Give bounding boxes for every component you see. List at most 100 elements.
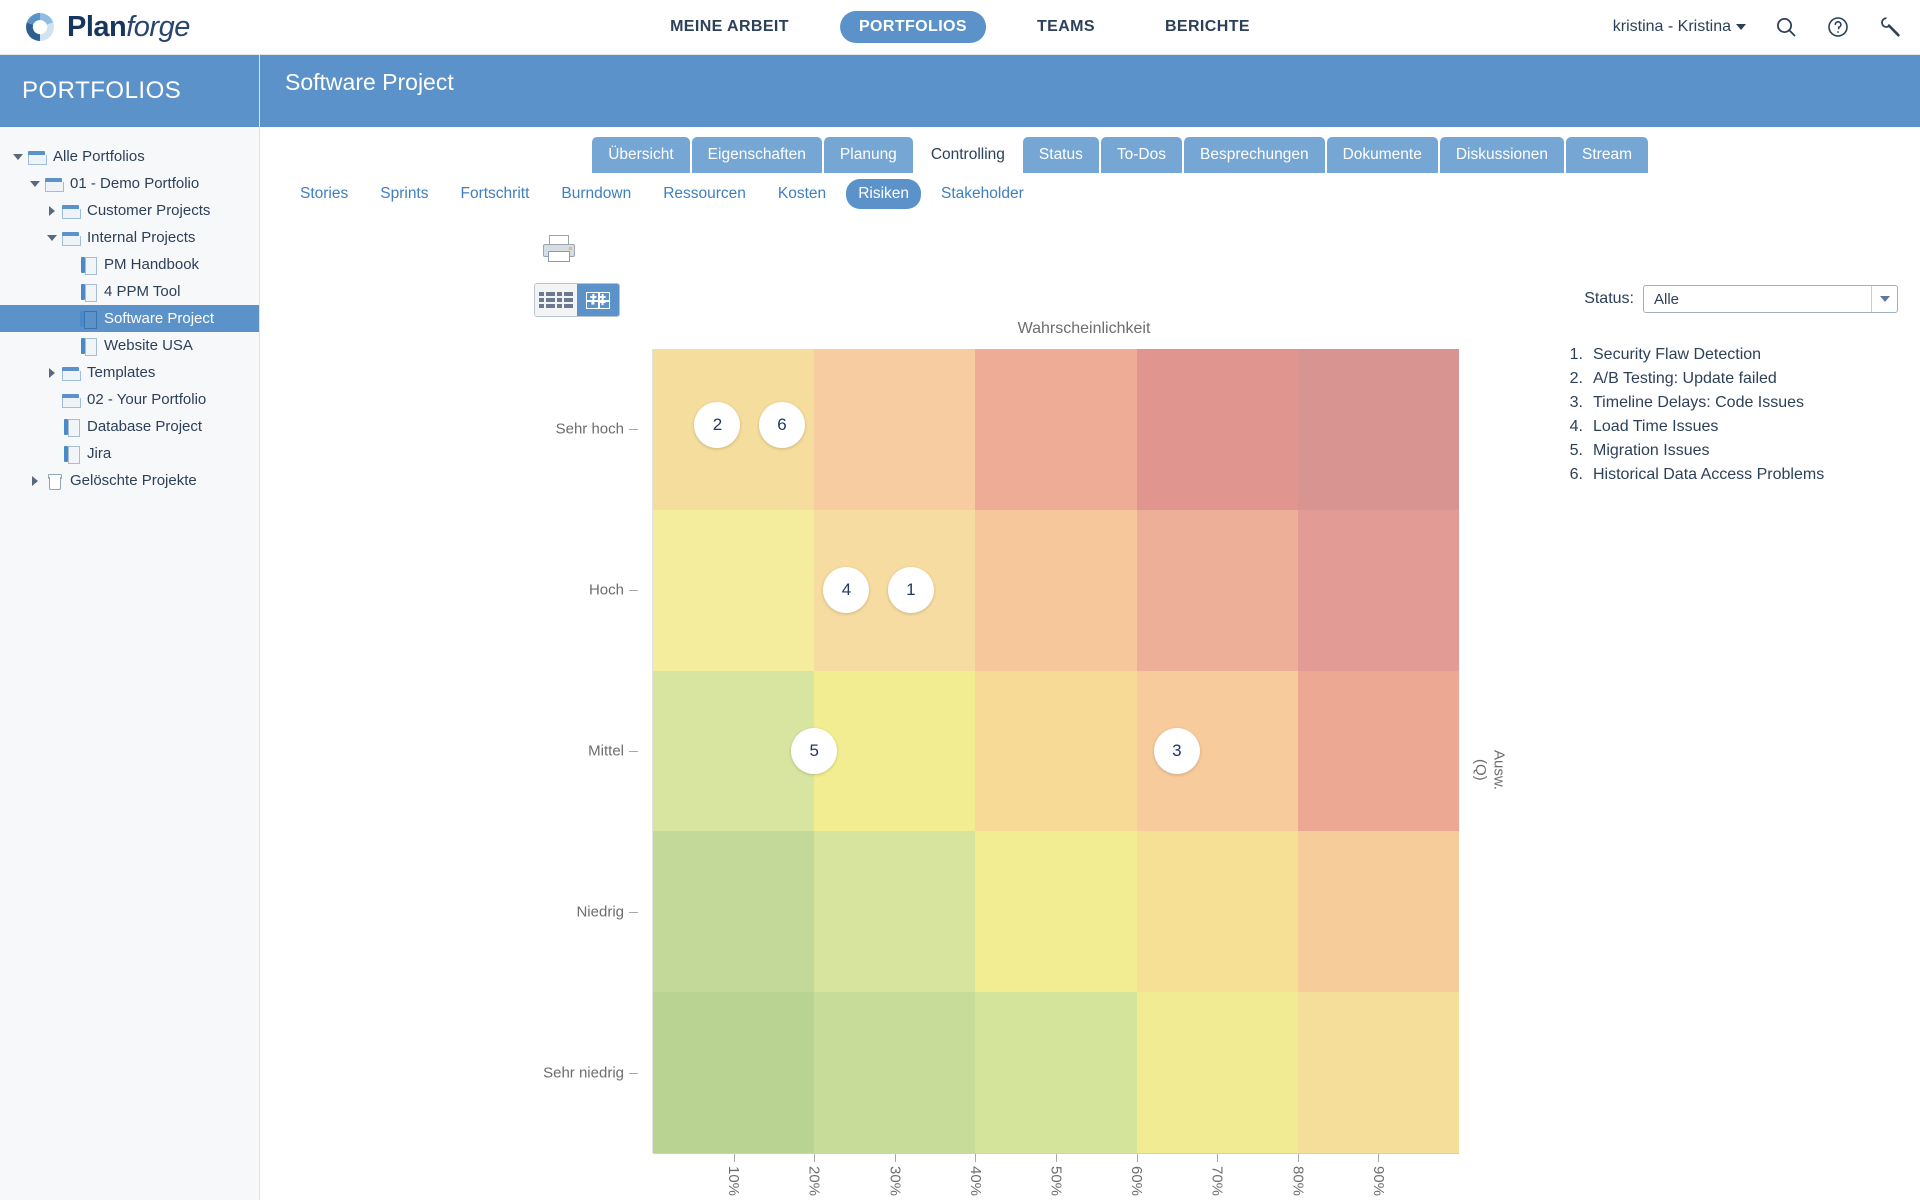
subtab-risiken[interactable]: Risiken bbox=[846, 179, 921, 209]
y-axis-tick-label: Hoch bbox=[589, 582, 624, 599]
y-axis-tick-label: Mittel bbox=[588, 743, 624, 760]
logo-text: Planforge bbox=[67, 11, 190, 44]
x-axis-tick-label: 50% bbox=[1048, 1166, 1065, 1196]
risk-bubble[interactable]: 5 bbox=[791, 728, 837, 774]
chevron-down-icon[interactable] bbox=[27, 181, 43, 187]
x-axis-tick bbox=[814, 1154, 815, 1162]
risk-number: 4. bbox=[1557, 415, 1583, 439]
status-select[interactable]: Alle bbox=[1643, 285, 1898, 313]
top-right-actions: kristina - Kristina bbox=[1613, 15, 1902, 39]
sidebar-item-templates[interactable]: Templates bbox=[0, 359, 259, 386]
sidebar: PORTFOLIOS Alle Portfolios01 - Demo Port… bbox=[0, 55, 260, 1200]
nav-teams[interactable]: TEAMS bbox=[1018, 11, 1114, 43]
risk-number: 5. bbox=[1557, 439, 1583, 463]
tab--bersicht[interactable]: Übersicht bbox=[592, 137, 689, 173]
heatmap-cell bbox=[1298, 992, 1459, 1153]
subtab-burndown[interactable]: Burndown bbox=[549, 179, 643, 209]
x-axis-tick bbox=[895, 1154, 896, 1162]
tab-status[interactable]: Status bbox=[1023, 137, 1099, 173]
matrix-view-icon[interactable]: ✚ ✚ ■ ✚ bbox=[577, 284, 619, 316]
status-filter-label: Status: bbox=[1584, 290, 1634, 308]
heatmap-cell bbox=[653, 992, 814, 1153]
list-item[interactable]: 5. Migration Issues bbox=[1557, 439, 1824, 463]
sidebar-item-customer-projects[interactable]: Customer Projects bbox=[0, 197, 259, 224]
sidebar-item-website-usa[interactable]: Website USA bbox=[0, 332, 259, 359]
subtab-kosten[interactable]: Kosten bbox=[766, 179, 838, 209]
chevron-down-icon[interactable] bbox=[44, 235, 60, 241]
subtab-fortschritt[interactable]: Fortschritt bbox=[449, 179, 542, 209]
tab-stream[interactable]: Stream bbox=[1566, 137, 1648, 173]
sidebar-item-jira[interactable]: Jira bbox=[0, 440, 259, 467]
tab-eigenschaften[interactable]: Eigenschaften bbox=[692, 137, 822, 173]
top-navigation-bar: Planforge MEINE ARBEIT PORTFOLIOS TEAMS … bbox=[0, 0, 1920, 55]
tab-diskussionen[interactable]: Diskussionen bbox=[1440, 137, 1564, 173]
risk-bubble[interactable]: 1 bbox=[888, 567, 934, 613]
sidebar-item-alle-portfolios[interactable]: Alle Portfolios bbox=[0, 143, 259, 170]
sidebar-item-4-ppm-tool[interactable]: ✓4 PPM Tool bbox=[0, 278, 259, 305]
nav-portfolios[interactable]: PORTFOLIOS bbox=[840, 11, 986, 43]
sidebar-item-software-project[interactable]: Software Project bbox=[0, 305, 259, 332]
chevron-down-icon[interactable] bbox=[1871, 286, 1897, 312]
tools-icon[interactable] bbox=[1878, 15, 1902, 39]
sidebar-item-01-demo-portfolio[interactable]: 01 - Demo Portfolio bbox=[0, 170, 259, 197]
document-icon bbox=[60, 445, 82, 463]
sidebar-item-database-project[interactable]: Database Project bbox=[0, 413, 259, 440]
list-view-icon[interactable] bbox=[535, 284, 577, 316]
heatmap-cell bbox=[975, 349, 1136, 510]
chevron-right-icon[interactable] bbox=[44, 368, 60, 378]
chevron-right-icon[interactable] bbox=[44, 206, 60, 216]
nav-meine-arbeit[interactable]: MEINE ARBEIT bbox=[651, 11, 808, 43]
y-axis-tick bbox=[629, 590, 638, 591]
sidebar-item-label: Templates bbox=[87, 364, 155, 381]
list-item[interactable]: 6.Historical Data Access Problems bbox=[1557, 463, 1824, 487]
list-item[interactable]: 2.A/B Testing: Update failed bbox=[1557, 367, 1824, 391]
printer-icon[interactable] bbox=[542, 235, 576, 265]
help-icon[interactable] bbox=[1826, 15, 1850, 39]
tab-besprechungen[interactable]: Besprechungen bbox=[1184, 137, 1325, 173]
search-icon[interactable] bbox=[1774, 15, 1798, 39]
heatmap-cell bbox=[814, 831, 975, 992]
chevron-right-icon[interactable] bbox=[27, 476, 43, 486]
sidebar-item-gel-schte-projekte[interactable]: Gelöschte Projekte bbox=[0, 467, 259, 494]
heatmap-cell bbox=[814, 671, 975, 832]
sidebar-item-02-your-portfolio[interactable]: 02 - Your Portfolio bbox=[0, 386, 259, 413]
list-item[interactable]: 4.Load Time Issues bbox=[1557, 415, 1824, 439]
chevron-down-icon[interactable] bbox=[10, 154, 26, 160]
subtab-stakeholder[interactable]: Stakeholder bbox=[929, 179, 1036, 209]
folder-icon bbox=[60, 364, 82, 382]
subtab-stories[interactable]: Stories bbox=[288, 179, 360, 209]
risk-bubble[interactable]: 6 bbox=[759, 402, 805, 448]
subtab-sprints[interactable]: Sprints bbox=[368, 179, 440, 209]
heatmap-cell bbox=[975, 671, 1136, 832]
risk-bubble[interactable]: 4 bbox=[823, 567, 869, 613]
sidebar-item-pm-handbook[interactable]: PM Handbook bbox=[0, 251, 259, 278]
y-axis-tick bbox=[629, 751, 638, 752]
tab-controlling[interactable]: Controlling bbox=[915, 137, 1021, 173]
x-axis-tick-label: 30% bbox=[886, 1166, 903, 1196]
risk-name: Migration Issues bbox=[1593, 439, 1710, 463]
document-checked-icon: ✓ bbox=[77, 283, 99, 301]
risk-bubble[interactable]: 3 bbox=[1154, 728, 1200, 774]
x-axis-tick-label: 20% bbox=[806, 1166, 823, 1196]
user-menu[interactable]: kristina - Kristina bbox=[1613, 18, 1746, 36]
tab-to-dos[interactable]: To-Dos bbox=[1101, 137, 1182, 173]
list-item[interactable]: 1.Security Flaw Detection bbox=[1557, 343, 1824, 367]
subtab-ressourcen[interactable]: Ressourcen bbox=[651, 179, 758, 209]
nav-berichte[interactable]: BERICHTE bbox=[1146, 11, 1269, 43]
risk-bubble[interactable]: 2 bbox=[694, 402, 740, 448]
chart-y-axis-title: Ausw. (Q) bbox=[1470, 750, 1508, 790]
heatmap-cell bbox=[1137, 349, 1298, 510]
list-item[interactable]: 3.Timeline Delays: Code Issues bbox=[1557, 391, 1824, 415]
tab-planung[interactable]: Planung bbox=[824, 137, 913, 173]
app-logo[interactable]: Planforge bbox=[22, 9, 190, 45]
sidebar-item-internal-projects[interactable]: Internal Projects bbox=[0, 224, 259, 251]
sidebar-item-label: Customer Projects bbox=[87, 202, 210, 219]
folder-icon bbox=[60, 229, 82, 247]
x-axis-tick-label: 80% bbox=[1289, 1166, 1306, 1196]
tab-dokumente[interactable]: Dokumente bbox=[1327, 137, 1438, 173]
sidebar-item-label: 02 - Your Portfolio bbox=[87, 391, 206, 408]
risk-number: 1. bbox=[1557, 343, 1583, 367]
heatmap-cell bbox=[653, 510, 814, 671]
sidebar-header: PORTFOLIOS bbox=[0, 55, 259, 127]
x-axis-tick-label: 60% bbox=[1128, 1166, 1145, 1196]
